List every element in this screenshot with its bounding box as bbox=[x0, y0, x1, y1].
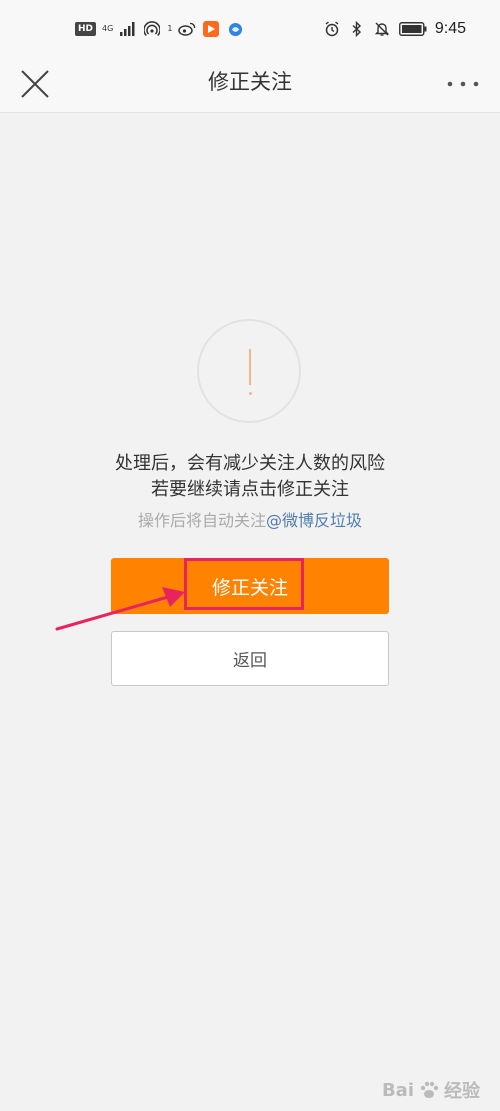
warning-message: 处理后，会有减少关注人数的风险 若要继续请点击修正关注 bbox=[0, 451, 500, 503]
status-right-icons: 9:45 bbox=[323, 20, 466, 38]
clock-time: 9:45 bbox=[434, 20, 466, 37]
status-left-icons: HD 4G 1 bbox=[75, 20, 244, 38]
warning-icon bbox=[197, 319, 301, 423]
status-bar: HD 4G 1 9:45 bbox=[0, 0, 500, 58]
weibo-icon bbox=[178, 20, 196, 38]
paw-icon bbox=[420, 1081, 439, 1098]
hotspot-icon bbox=[143, 20, 161, 38]
video-app-icon bbox=[202, 20, 220, 38]
warning-exclamation-line bbox=[249, 349, 251, 385]
network-type: 4G bbox=[102, 24, 114, 33]
page-title: 修正关注 bbox=[208, 70, 292, 94]
watermark: Bai 经验 bbox=[382, 1077, 480, 1103]
hint-text: 操作后将自动关注@微博反垃圾 bbox=[0, 509, 500, 533]
watermark-suffix: 经验 bbox=[444, 1081, 480, 1102]
mute-bell-icon bbox=[373, 20, 391, 38]
watermark-brand: Bai bbox=[381, 1079, 414, 1101]
battery-icon bbox=[398, 20, 428, 38]
browser-app-icon bbox=[226, 20, 244, 38]
more-icon[interactable] bbox=[446, 74, 480, 94]
warning-message-line2: 若要继续请点击修正关注 bbox=[151, 479, 349, 500]
signal-icon bbox=[119, 20, 137, 38]
hd-badge: HD bbox=[75, 22, 97, 36]
hotspot-count: 1 bbox=[167, 24, 173, 33]
back-button[interactable]: 返回 bbox=[111, 631, 389, 686]
weibo-antispam-link[interactable]: @微博反垃圾 bbox=[266, 511, 362, 530]
close-icon[interactable] bbox=[20, 69, 50, 99]
nav-bar: 修正关注 bbox=[0, 58, 500, 113]
alarm-icon bbox=[323, 20, 341, 38]
warning-message-line1: 处理后，会有减少关注人数的风险 bbox=[115, 453, 385, 474]
fix-follow-button[interactable]: 修正关注 bbox=[111, 558, 389, 614]
bluetooth-icon bbox=[348, 20, 366, 38]
hint-prefix: 操作后将自动关注 bbox=[137, 511, 266, 530]
warning-exclamation-dot bbox=[248, 392, 252, 395]
